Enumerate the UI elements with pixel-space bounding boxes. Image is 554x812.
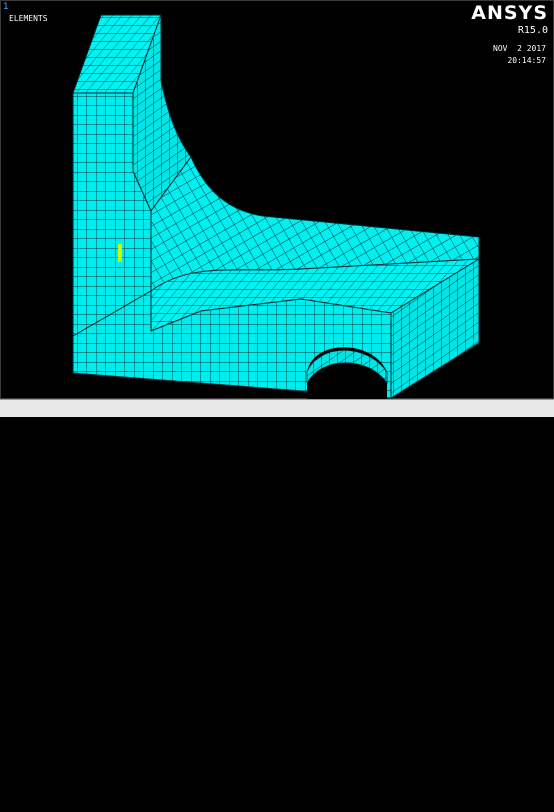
fe-mesh-model[interactable] bbox=[1, 1, 554, 400]
graphics-window[interactable]: 1 ELEMENTS ANSYS R15.0 NOV 2 2017 20:14:… bbox=[0, 0, 554, 400]
time-label: 20:14:57 bbox=[507, 56, 546, 65]
window-number: 1 bbox=[3, 2, 9, 12]
version-label: R15.0 bbox=[517, 25, 548, 36]
date-label: NOV 2 2017 bbox=[493, 44, 546, 53]
status-bar: File: ..\..\\youxianyuan4.x_t bbox=[0, 399, 554, 812]
plot-type-label: ELEMENTS bbox=[9, 14, 48, 23]
file-path-label: File: ..\..\\youxianyuan4.x_t bbox=[6, 802, 164, 812]
selected-element-highlight bbox=[118, 244, 122, 262]
ansys-logo: ANSYS bbox=[471, 2, 548, 24]
